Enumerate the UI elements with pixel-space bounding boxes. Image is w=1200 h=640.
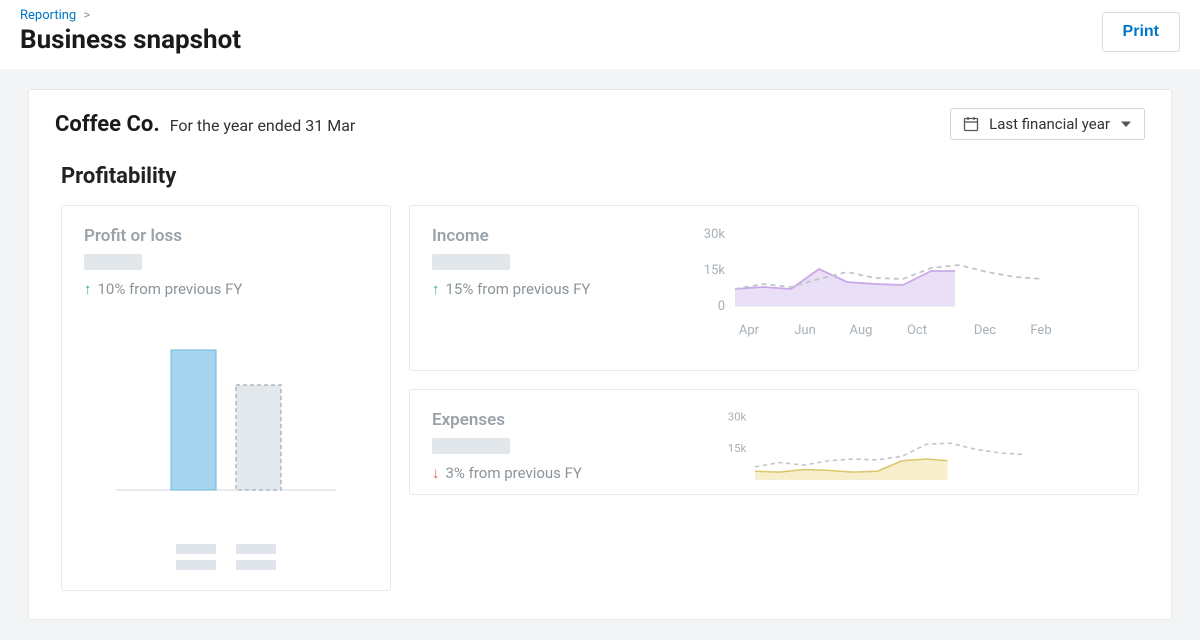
- ytick: 15k: [728, 441, 747, 455]
- expenses-delta-text: 3% from previous FY: [446, 464, 582, 482]
- income-card: Income ↑ 15% from previous FY 30k 15k 0: [409, 205, 1139, 371]
- period-selector[interactable]: Last financial year: [950, 108, 1145, 140]
- profit-legend: [84, 544, 368, 554]
- arrow-up-icon: ↑: [432, 280, 440, 298]
- legend-item: [236, 560, 276, 570]
- profit-card-title: Profit or loss: [84, 226, 368, 246]
- expenses-card: Expenses ↓ 3% from previous FY 30k 15k: [409, 389, 1139, 495]
- expenses-card-title: Expenses: [432, 410, 652, 430]
- expenses-delta: ↓ 3% from previous FY: [432, 464, 652, 482]
- ytick: 30k: [704, 227, 726, 242]
- income-card-title: Income: [432, 226, 652, 246]
- org-name: Coffee Co.: [55, 112, 160, 137]
- breadcrumb: Reporting >: [20, 8, 241, 23]
- legend-item: [236, 544, 276, 554]
- print-button[interactable]: Print: [1102, 12, 1180, 52]
- profit-delta-text: 10% from previous FY: [98, 280, 243, 298]
- ytick: 15k: [704, 263, 726, 278]
- xtick: Aug: [850, 323, 873, 338]
- calendar-icon: [963, 116, 979, 132]
- income-delta-text: 15% from previous FY: [446, 280, 591, 298]
- income-delta: ↑ 15% from previous FY: [432, 280, 652, 298]
- breadcrumb-parent-link[interactable]: Reporting: [20, 8, 76, 23]
- org-period: For the year ended 31 Mar: [170, 116, 356, 135]
- page-title: Business snapshot: [20, 25, 241, 55]
- xtick: Feb: [1030, 323, 1051, 338]
- profit-delta: ↑ 10% from previous FY: [84, 280, 368, 298]
- period-selector-label: Last financial year: [989, 115, 1110, 133]
- ytick: 30k: [728, 410, 747, 424]
- placeholder-value: [84, 254, 142, 270]
- xtick: Oct: [907, 323, 927, 338]
- breadcrumb-separator: >: [83, 8, 90, 23]
- profit-card: Profit or loss ↑ 10% from previous FY: [61, 205, 391, 591]
- legend-item: [176, 544, 216, 554]
- arrow-up-icon: ↑: [84, 280, 92, 298]
- chevron-down-icon: [1120, 118, 1132, 130]
- xtick: Apr: [739, 323, 760, 338]
- profit-bar-chart: [84, 320, 368, 530]
- xtick: Dec: [974, 323, 996, 338]
- placeholder-value: [432, 438, 510, 454]
- ytick: 0: [718, 299, 725, 314]
- arrow-down-icon: ↓: [432, 464, 440, 482]
- section-title-profitability: Profitability: [61, 164, 1145, 189]
- xtick: Jun: [794, 323, 816, 338]
- income-line-chart: 30k 15k 0 Apr Jun: [674, 226, 1116, 346]
- profit-legend-2: [84, 560, 368, 570]
- expenses-line-chart: 30k 15k: [674, 410, 1116, 480]
- placeholder-value: [432, 254, 510, 270]
- legend-item: [176, 560, 216, 570]
- org-line: Coffee Co. For the year ended 31 Mar: [55, 112, 355, 137]
